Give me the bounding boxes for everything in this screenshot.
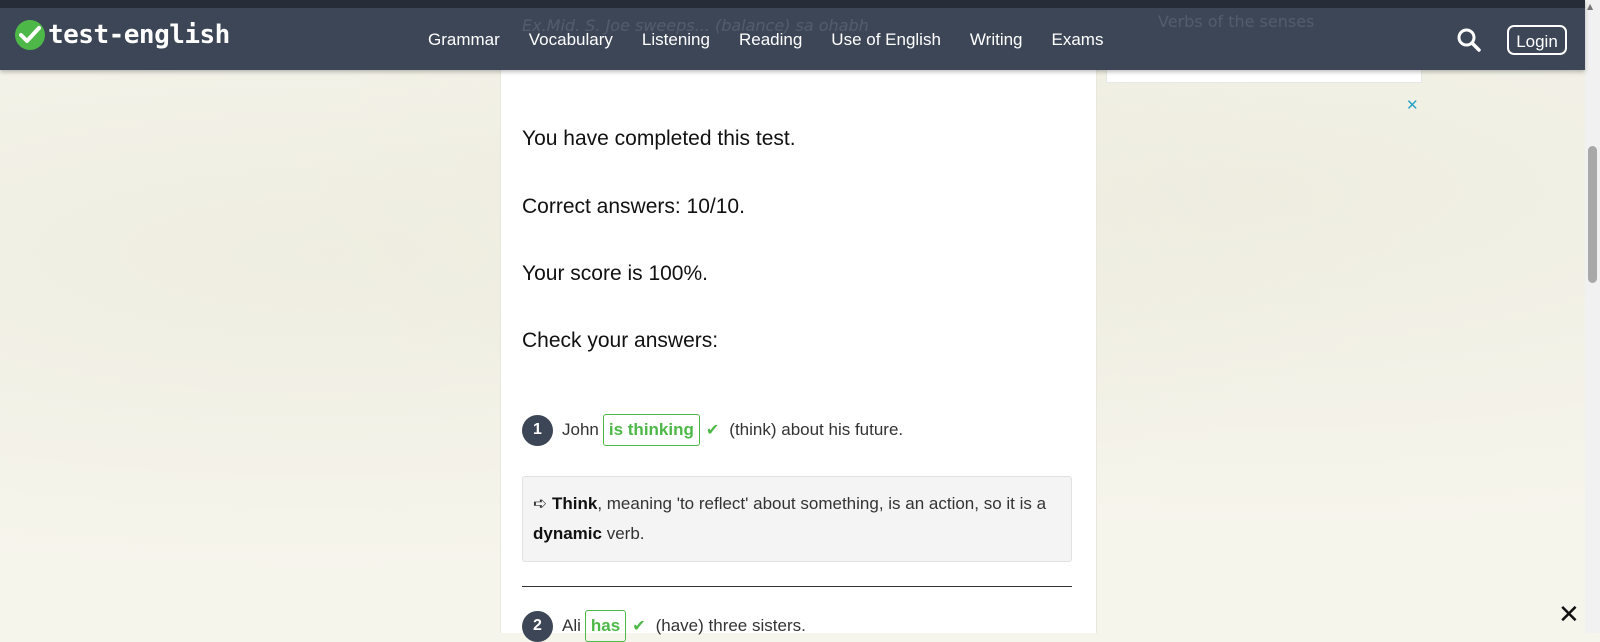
question-number: 1 bbox=[522, 414, 553, 446]
question-row: 2 Ali has ✔ (have) three sisters. bbox=[522, 610, 806, 642]
nav-grammar[interactable]: Grammar bbox=[428, 30, 500, 50]
checkmark-logo-icon bbox=[15, 20, 45, 50]
question-text-before: John bbox=[562, 420, 599, 439]
explanation-emphasis: dynamic bbox=[533, 524, 602, 543]
logo[interactable]: test-english bbox=[15, 20, 230, 50]
check-icon: ✔ bbox=[632, 618, 646, 635]
explanation-text: , meaning 'to reflect' about something, … bbox=[597, 494, 1047, 513]
ad-close-icon[interactable]: ✕ bbox=[1406, 96, 1419, 114]
question-text-after: (have) three sisters. bbox=[655, 616, 806, 635]
logo-text: test-english bbox=[48, 20, 230, 50]
nav-writing[interactable]: Writing bbox=[970, 30, 1023, 50]
answer-box: is thinking bbox=[602, 414, 700, 446]
completed-text: You have completed this test. bbox=[522, 127, 796, 150]
question-text-before: Ali bbox=[562, 616, 581, 635]
header-strip bbox=[0, 0, 1585, 8]
question-number: 2 bbox=[522, 610, 553, 642]
correct-answers-text: Correct answers: 10/10. bbox=[522, 195, 745, 218]
nav-exams[interactable]: Exams bbox=[1052, 30, 1104, 50]
question-text-after: (think) about his future. bbox=[729, 420, 904, 439]
arrow-icon: ➪ bbox=[533, 494, 548, 513]
search-icon[interactable] bbox=[1456, 27, 1482, 53]
divider bbox=[522, 586, 1072, 587]
site-header: test-english Grammar Vocabulary Listenin… bbox=[0, 0, 1585, 70]
check-answers-text: Check your answers: bbox=[522, 329, 719, 352]
question-row: 1 John is thinking ✔ (think) about his f… bbox=[522, 414, 903, 446]
scrollbar-thumb[interactable] bbox=[1588, 146, 1597, 283]
close-icon[interactable]: ✕ bbox=[1558, 602, 1580, 628]
peek-text-right: Verbs of the senses bbox=[1158, 12, 1315, 31]
scrollbar-track[interactable] bbox=[1585, 0, 1600, 633]
scroll-up-icon[interactable]: ▲ bbox=[1587, 2, 1593, 11]
check-icon: ✔ bbox=[705, 422, 720, 439]
explanation-box: ➪ Think, meaning 'to reflect' about some… bbox=[522, 476, 1072, 562]
explanation-text-end: verb. bbox=[601, 524, 645, 543]
explanation-term: Think bbox=[551, 494, 598, 513]
peek-text-left: Ex.Mid. S. Joe sweeps... (balance) sa oh… bbox=[522, 16, 869, 35]
answer-box: has bbox=[584, 610, 627, 642]
score-text: Your score is 100%. bbox=[522, 262, 708, 285]
login-button[interactable]: Login bbox=[1507, 25, 1567, 55]
